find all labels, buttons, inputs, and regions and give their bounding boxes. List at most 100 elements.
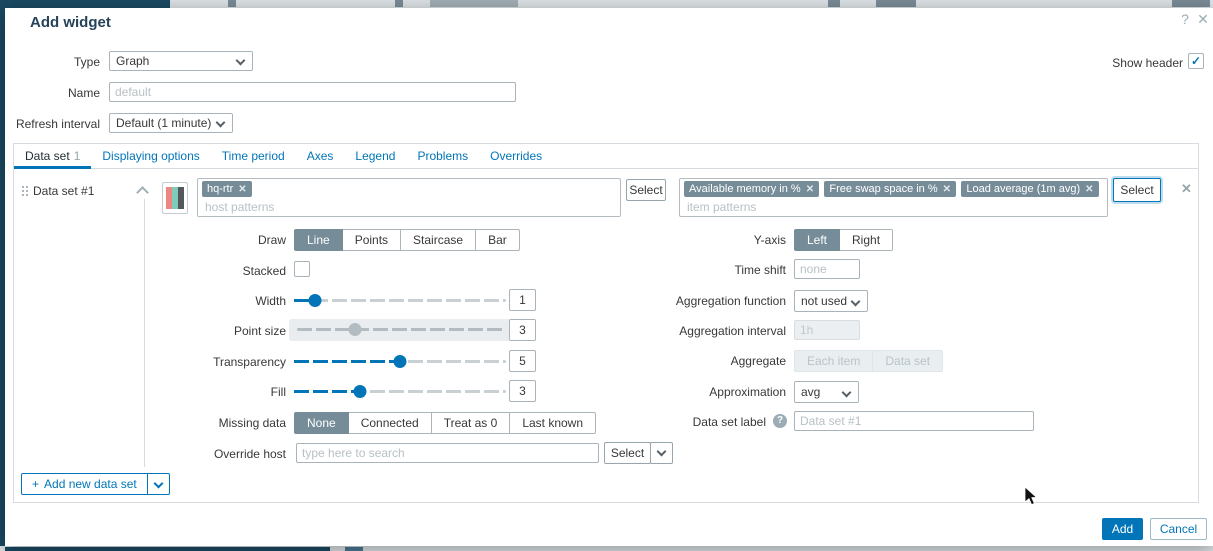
transparency-slider[interactable]	[294, 360, 506, 363]
tab-data-set[interactable]: Data set 1	[14, 144, 91, 169]
draw-option-staircase[interactable]: Staircase	[400, 229, 476, 251]
background-page-fragment	[828, 0, 840, 7]
chevron-down-icon	[216, 118, 226, 128]
show-header-checkbox[interactable]: ✓	[1188, 53, 1204, 69]
aggregate-label: Aggregate	[586, 354, 786, 368]
tab-problems[interactable]: Problems	[406, 144, 479, 169]
approximation-value: avg	[801, 385, 820, 399]
tab-legend[interactable]: Legend	[344, 144, 406, 169]
background-page-fragment	[395, 0, 403, 7]
point-size-value-input	[509, 319, 536, 341]
item-select-button[interactable]: Select	[1113, 178, 1161, 202]
y-axis-label: Y-axis	[586, 233, 786, 247]
type-select-value: Graph	[116, 54, 149, 68]
fill-slider[interactable]	[294, 390, 506, 393]
aggregate-option-data-set: Data set	[872, 350, 943, 372]
host-pattern-chip: hq-rtr ✕	[202, 181, 252, 197]
point-size-slider	[297, 328, 503, 331]
host-patterns-placeholder: host patterns	[202, 198, 616, 214]
data-set-label-input[interactable]	[794, 411, 1034, 431]
fill-slider-fill	[294, 390, 360, 393]
data-set-label-label: Data set label	[566, 415, 766, 429]
y-axis-option-right[interactable]: Right	[839, 229, 893, 251]
width-slider[interactable]	[294, 299, 506, 302]
color-palette-swatch[interactable]	[162, 182, 188, 214]
draw-label: Draw	[86, 233, 286, 247]
chip-remove-icon[interactable]: ✕	[943, 184, 951, 195]
aggregation-function-value: not used	[801, 294, 847, 308]
close-icon[interactable]: ✕	[1195, 11, 1211, 28]
fill-slider-handle[interactable]	[353, 385, 366, 398]
draw-option-points[interactable]: Points	[342, 229, 401, 251]
add-button[interactable]: Add	[1102, 518, 1143, 540]
point-size-slider-handle	[348, 323, 361, 336]
width-value-input[interactable]	[509, 289, 536, 311]
chevron-down-icon	[842, 388, 852, 398]
item-patterns-multiselect[interactable]: Available memory in % ✕ Free swap space …	[679, 178, 1108, 217]
transparency-slider-fill	[294, 360, 400, 363]
drag-handle-icon[interactable]	[21, 185, 29, 198]
fill-label: Fill	[86, 385, 286, 399]
aggregation-function-label: Aggregation function	[586, 294, 786, 308]
y-axis-segmented-control: Left Right	[794, 229, 893, 251]
item-patterns-placeholder: item patterns	[684, 198, 1103, 214]
width-label: Width	[86, 294, 286, 308]
override-host-select-dropdown[interactable]	[650, 442, 673, 464]
approximation-label: Approximation	[586, 385, 786, 399]
show-header-label: Show header	[983, 56, 1183, 70]
refresh-interval-select[interactable]: Default (1 minute)	[109, 113, 233, 133]
chevron-down-icon	[153, 479, 163, 489]
width-slider-handle[interactable]	[309, 294, 322, 307]
tab-displaying-options[interactable]: Displaying options	[91, 144, 210, 169]
chip-remove-icon[interactable]: ✕	[1085, 184, 1093, 195]
host-select-button[interactable]: Select	[626, 179, 666, 201]
tab-data-set-label: Data set	[25, 149, 70, 163]
chip-label: Available memory in %	[689, 183, 801, 195]
time-shift-input[interactable]	[794, 259, 860, 279]
aggregate-option-each-item: Each item	[794, 350, 873, 372]
remove-data-set-icon[interactable]: ✕	[1181, 181, 1192, 197]
aggregation-function-select[interactable]: not used	[794, 290, 868, 312]
cancel-button[interactable]: Cancel	[1150, 518, 1207, 540]
tab-data-set-badge: 1	[74, 149, 81, 163]
fill-value-input[interactable]	[509, 380, 536, 402]
override-host-input[interactable]	[296, 443, 599, 463]
missing-option-treat-as-0[interactable]: Treat as 0	[431, 412, 511, 434]
collapse-chevron-up-icon[interactable]	[136, 186, 149, 199]
override-host-label: Override host	[86, 447, 286, 461]
name-input[interactable]	[109, 82, 516, 102]
host-patterns-multiselect[interactable]: hq-rtr ✕ host patterns	[197, 178, 621, 217]
tab-axes[interactable]: Axes	[296, 144, 345, 169]
approximation-select[interactable]: avg	[794, 381, 859, 403]
background-page-fragment	[876, 0, 916, 7]
missing-option-connected[interactable]: Connected	[348, 412, 432, 434]
draw-option-line[interactable]: Line	[294, 229, 343, 251]
type-select[interactable]: Graph	[109, 51, 253, 71]
tab-time-period[interactable]: Time period	[211, 144, 296, 169]
tab-bar: Data set 1 Displaying options Time period…	[14, 144, 1198, 169]
help-icon[interactable]: ?	[1177, 11, 1193, 27]
transparency-slider-handle[interactable]	[394, 355, 407, 368]
add-new-data-set-button[interactable]: + Add new data set	[21, 473, 170, 495]
chip-remove-icon[interactable]: ✕	[806, 184, 814, 195]
refresh-interval-label: Refresh interval	[5, 117, 100, 131]
transparency-value-input[interactable]	[509, 350, 536, 372]
tab-overrides[interactable]: Overrides	[479, 144, 553, 169]
chevron-down-icon	[657, 446, 667, 456]
plus-icon: +	[32, 477, 39, 491]
name-label: Name	[5, 86, 100, 100]
override-host-select-button[interactable]: Select	[604, 442, 651, 464]
y-axis-option-left[interactable]: Left	[794, 229, 840, 251]
background-page-top	[0, 0, 1213, 8]
time-shift-label: Time shift	[586, 263, 786, 277]
chip-remove-icon[interactable]: ✕	[238, 184, 246, 195]
draw-option-bar[interactable]: Bar	[475, 229, 520, 251]
add-new-data-set-dropdown[interactable]	[148, 473, 170, 495]
help-circle-icon[interactable]: ?	[773, 414, 787, 428]
background-page-bottom-accent	[345, 547, 363, 551]
missing-option-none[interactable]: None	[294, 412, 349, 434]
missing-data-segmented-control: None Connected Treat as 0 Last known	[294, 412, 596, 434]
stacked-checkbox[interactable]	[294, 261, 310, 277]
background-page-header	[0, 0, 170, 8]
transparency-label: Transparency	[86, 355, 286, 369]
